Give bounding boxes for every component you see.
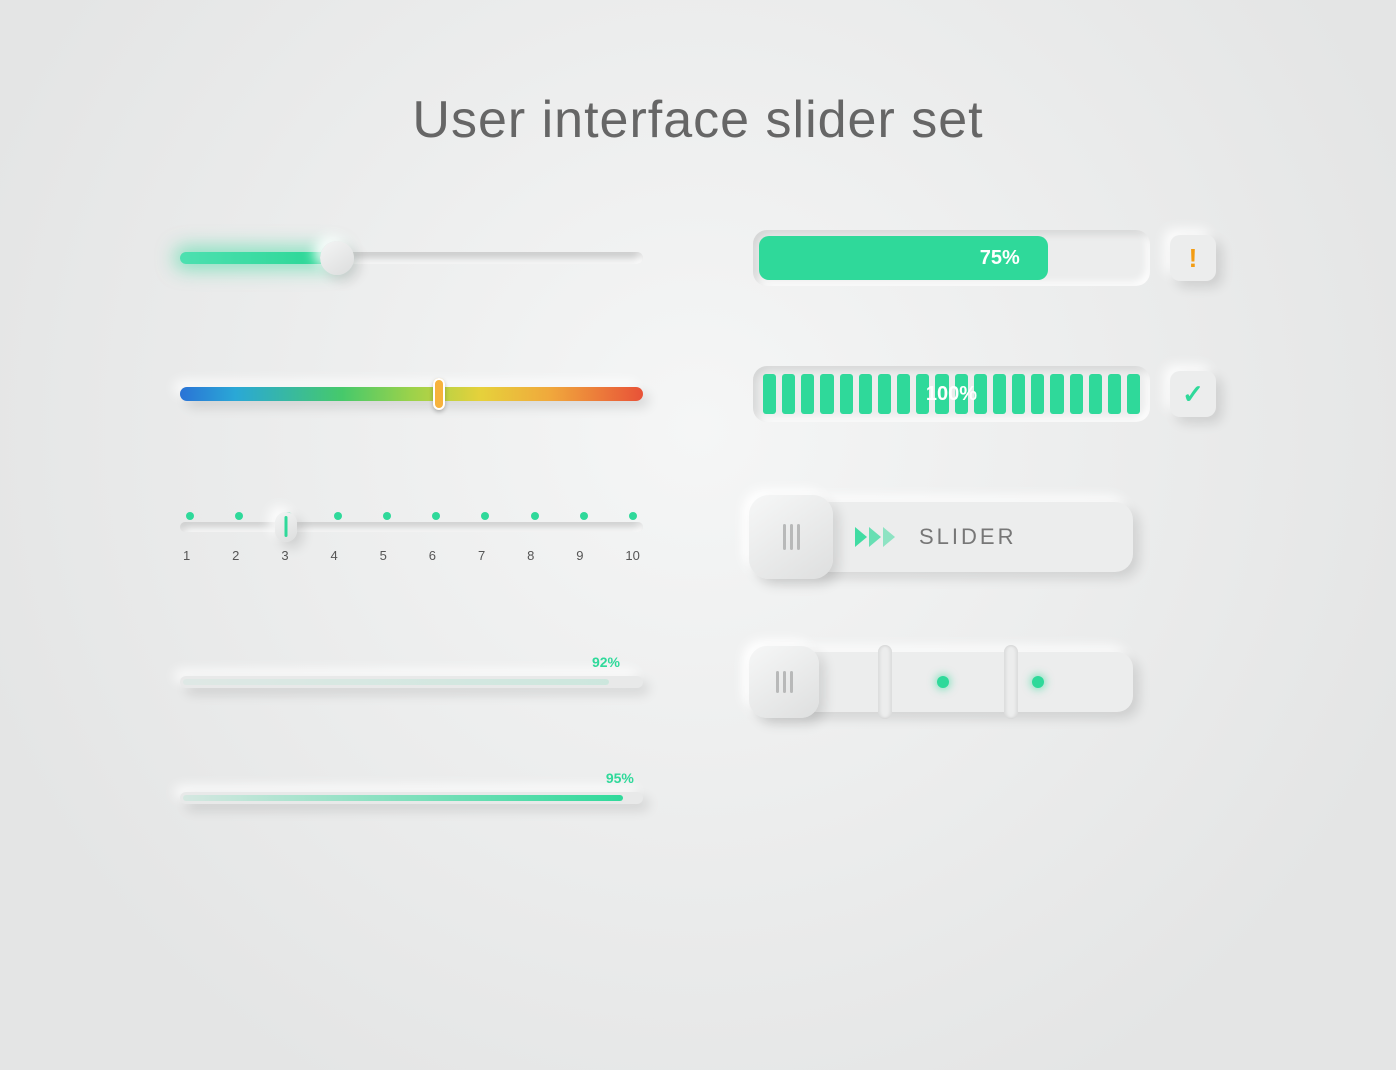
tick-label: 4 — [330, 548, 337, 563]
progress-thin-a-label: 92% — [592, 654, 620, 670]
segment — [1127, 374, 1140, 414]
segment — [878, 374, 891, 414]
segment — [935, 374, 948, 414]
progress-bar-label: 75% — [980, 247, 1020, 270]
tick-dot — [580, 512, 588, 520]
check-icon[interactable]: ✓ — [1170, 371, 1216, 417]
progress-thin-b-label: 95% — [606, 770, 634, 786]
slider-glow[interactable] — [180, 252, 643, 264]
progress-bar: 75% — [753, 230, 1150, 286]
tick-dot — [186, 512, 194, 520]
tick-label: 3 — [281, 548, 288, 563]
slider-ticks-handle[interactable] — [275, 512, 297, 542]
tick-dot — [629, 512, 637, 520]
segment — [955, 374, 968, 414]
segment — [1070, 374, 1083, 414]
tick-label: 9 — [576, 548, 583, 563]
slider-glow-handle[interactable] — [320, 241, 354, 275]
segment — [1012, 374, 1025, 414]
progress-segmented: 100% — [753, 366, 1150, 422]
warning-icon[interactable]: ! — [1170, 235, 1216, 281]
tick-dot — [432, 512, 440, 520]
slider-rainbow[interactable] — [180, 387, 643, 401]
slider-rainbow-handle[interactable] — [433, 378, 445, 410]
segment — [916, 374, 929, 414]
slider-notched[interactable] — [753, 652, 1133, 712]
tick-label: 6 — [429, 548, 436, 563]
notch-dot — [937, 676, 949, 688]
page-title: User interface slider set — [0, 90, 1396, 150]
segment — [859, 374, 872, 414]
progress-thin-a: 92% — [180, 676, 643, 688]
notch-dot — [1032, 676, 1044, 688]
segment — [801, 374, 814, 414]
tick-label: 1 — [183, 548, 190, 563]
segment — [1089, 374, 1102, 414]
segment — [840, 374, 853, 414]
slider-ticks[interactable]: 1 2 3 4 5 6 7 8 9 10 — [180, 512, 643, 563]
tick-dot — [383, 512, 391, 520]
segment — [763, 374, 776, 414]
slide-to-unlock[interactable]: SLIDER — [753, 502, 1133, 572]
segment — [897, 374, 910, 414]
tick-label: 10 — [625, 548, 639, 563]
segment — [974, 374, 987, 414]
tick-dot — [481, 512, 489, 520]
tick-dot — [235, 512, 243, 520]
notch-divider — [1004, 645, 1018, 719]
tick-label: 7 — [478, 548, 485, 563]
progress-thin-b: 95% — [180, 792, 643, 804]
segment — [1031, 374, 1044, 414]
tick-label: 2 — [232, 548, 239, 563]
tick-dot — [334, 512, 342, 520]
segment — [1108, 374, 1121, 414]
tick-dot — [531, 512, 539, 520]
segment — [1050, 374, 1063, 414]
segment — [993, 374, 1006, 414]
segment — [782, 374, 795, 414]
segment — [820, 374, 833, 414]
notch-divider — [878, 645, 892, 719]
slider-notched-handle[interactable] — [749, 646, 819, 718]
tick-label: 5 — [380, 548, 387, 563]
chevrons-right-icon — [855, 527, 895, 547]
slide-to-unlock-handle[interactable] — [749, 495, 833, 579]
tick-label: 8 — [527, 548, 534, 563]
slide-to-unlock-label: SLIDER — [919, 524, 1016, 550]
